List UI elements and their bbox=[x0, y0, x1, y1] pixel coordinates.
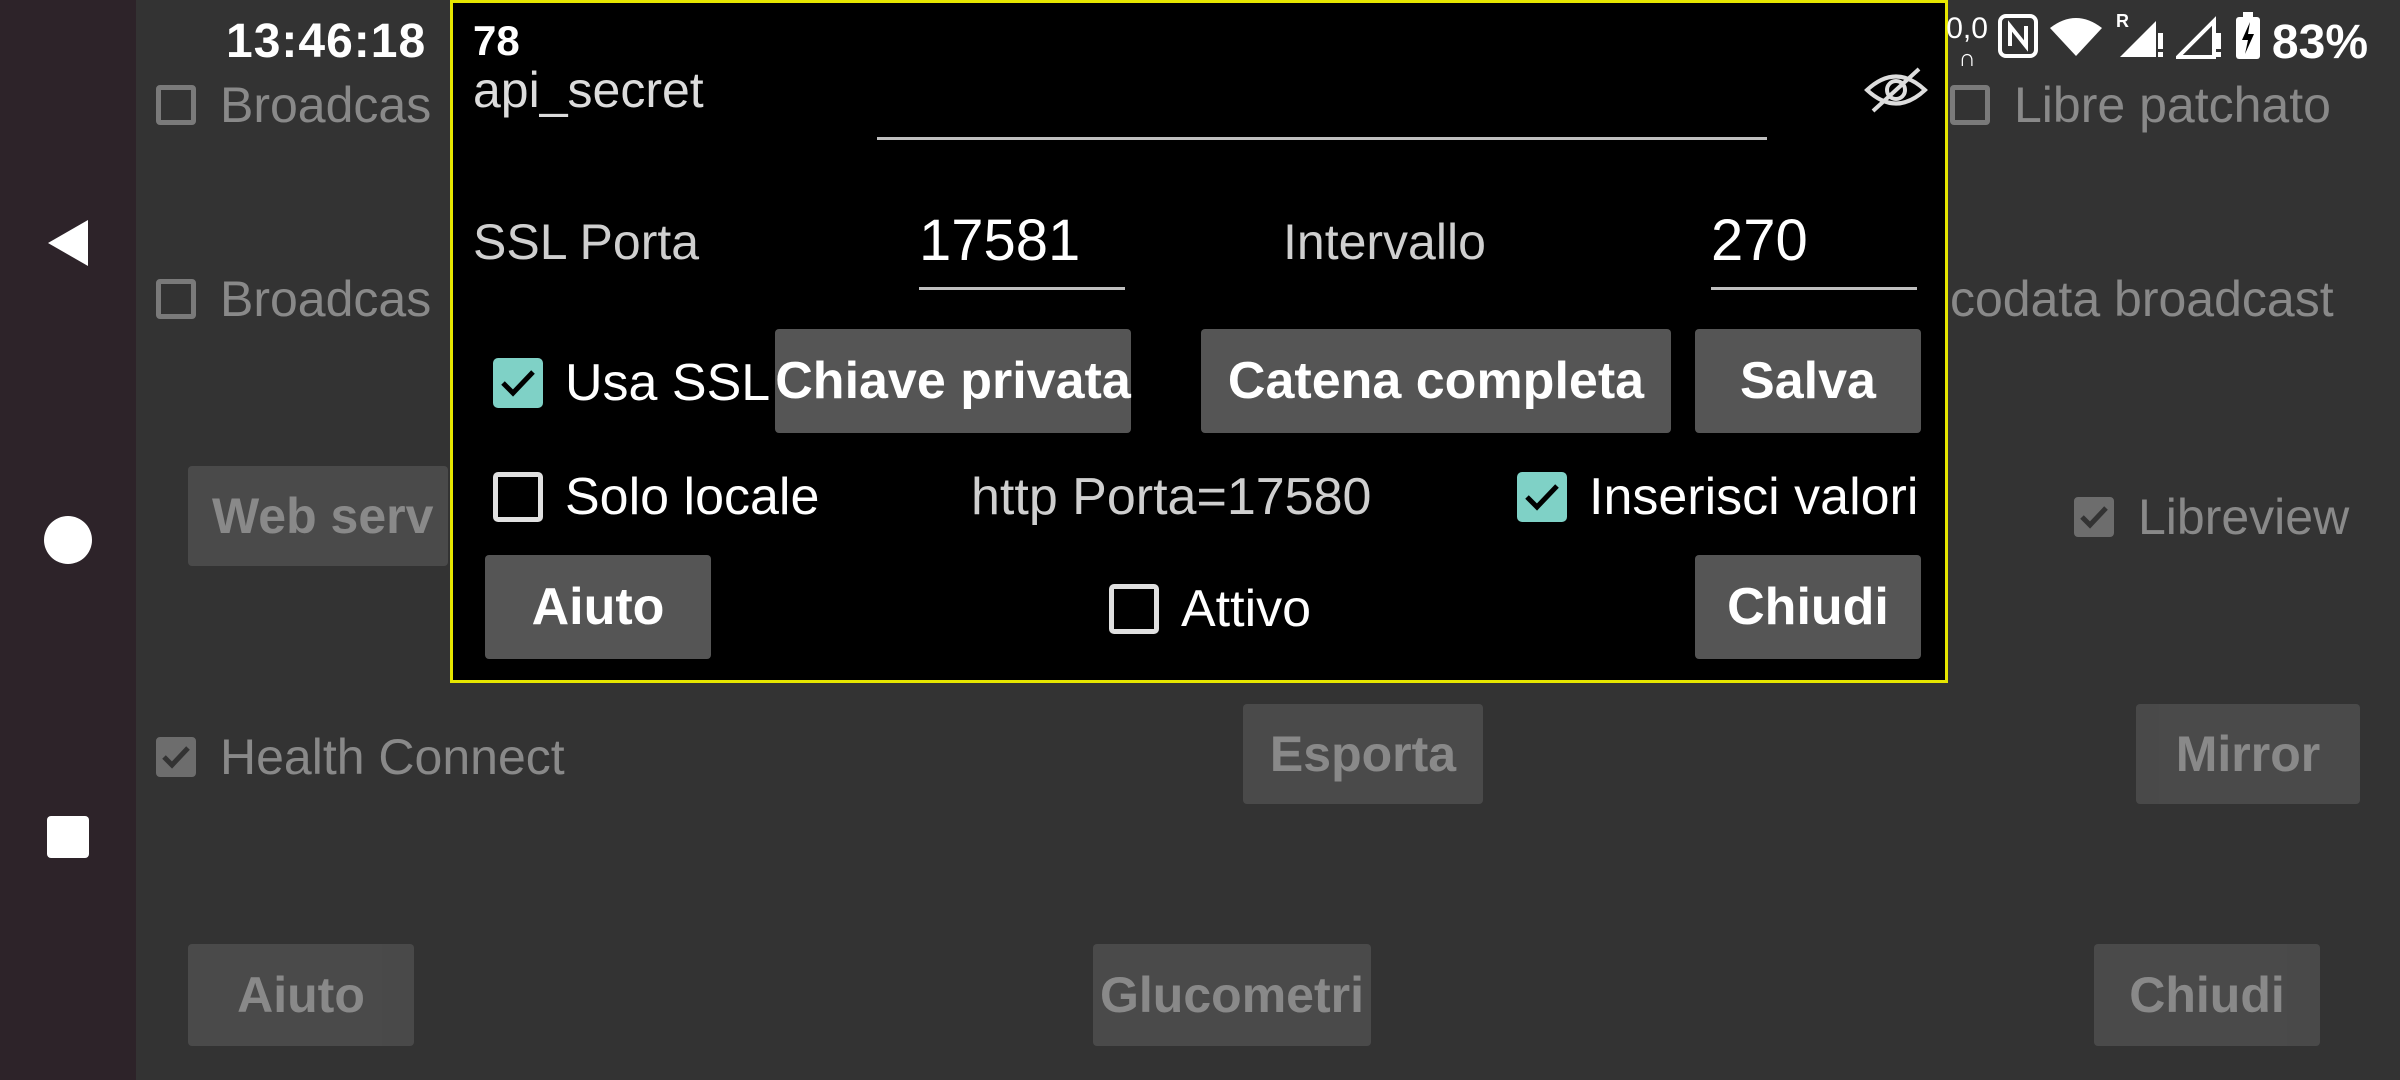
close-button[interactable]: Chiudi bbox=[1695, 555, 1921, 659]
data-rate-indicator: 0,0 ∩ bbox=[1946, 12, 1988, 73]
close-label: Chiudi bbox=[1727, 578, 1889, 636]
mirror-label: Mirror bbox=[2175, 726, 2321, 782]
checkbox-unchecked-icon bbox=[1109, 584, 1159, 634]
close-label-bg: Chiudi bbox=[2129, 967, 2285, 1023]
health-connect-label: Health Connect bbox=[220, 729, 565, 785]
local-only-label: Solo locale bbox=[565, 468, 820, 526]
wifi-icon bbox=[2048, 14, 2104, 70]
api-secret-input[interactable] bbox=[877, 137, 1767, 140]
private-key-label: Chiave privata bbox=[775, 352, 1131, 410]
glucometers-label: Glucometri bbox=[1100, 967, 1364, 1023]
insert-values-checkbox[interactable]: Inserisci valori bbox=[1517, 467, 1918, 527]
battery-percent: 83% bbox=[2271, 15, 2368, 69]
nocodata-broadcast-checkbox[interactable]: codata broadcast bbox=[1950, 270, 2334, 328]
checkbox-unchecked-icon bbox=[156, 85, 196, 125]
back-icon[interactable] bbox=[38, 213, 98, 273]
private-key-button[interactable]: Chiave privata bbox=[775, 329, 1131, 433]
interval-underline bbox=[1711, 287, 1917, 290]
broadcast-checkbox-1[interactable]: Broadcas bbox=[156, 76, 431, 134]
broadcast-label-1: Broadcas bbox=[220, 77, 432, 133]
close-button-bg[interactable]: Chiudi bbox=[2094, 944, 2320, 1046]
export-label: Esporta bbox=[1269, 726, 1457, 782]
help-button-bg[interactable]: Aiuto bbox=[188, 944, 414, 1046]
libreview-label: Libreview bbox=[2138, 489, 2350, 545]
mirror-button[interactable]: Mirror bbox=[2136, 704, 2360, 804]
active-checkbox[interactable]: Attivo bbox=[1109, 579, 1311, 639]
broadcast-checkbox-2[interactable]: Broadcas bbox=[156, 270, 431, 328]
ssl-port-underline bbox=[919, 287, 1125, 290]
libre-patched-checkbox[interactable]: Libre patchato bbox=[1950, 76, 2331, 134]
signal-roaming-icon: R bbox=[2114, 11, 2166, 73]
clock: 13:46:18 bbox=[226, 15, 427, 68]
help-button[interactable]: Aiuto bbox=[485, 555, 711, 659]
nfc-icon bbox=[1997, 14, 2038, 70]
use-ssl-label: Usa SSL bbox=[565, 354, 771, 412]
libre-patched-label: Libre patchato bbox=[2014, 77, 2331, 133]
data-rate-text: 0,0 bbox=[1946, 12, 1988, 45]
home-icon[interactable] bbox=[38, 510, 98, 570]
export-button[interactable]: Esporta bbox=[1243, 704, 1483, 804]
checkbox-checked-icon bbox=[1517, 472, 1567, 522]
checkbox-unchecked-icon bbox=[1950, 85, 1990, 125]
broadcast-label-2: Broadcas bbox=[220, 271, 432, 327]
active-label: Attivo bbox=[1181, 580, 1312, 638]
full-chain-button[interactable]: Catena completa bbox=[1201, 329, 1671, 433]
interval-label: Intervallo bbox=[1283, 214, 1486, 270]
svg-text:R: R bbox=[2116, 11, 2129, 31]
web-server-button[interactable]: Web serv bbox=[188, 466, 448, 566]
save-button[interactable]: Salva bbox=[1695, 329, 1921, 433]
navigation-bar bbox=[0, 0, 136, 1080]
full-chain-label: Catena completa bbox=[1227, 352, 1645, 410]
checkbox-checked-icon bbox=[493, 358, 543, 408]
web-server-label: Web serv bbox=[212, 488, 434, 544]
interval-input[interactable]: 270 bbox=[1711, 207, 1808, 274]
checkbox-checked-icon bbox=[2074, 497, 2114, 537]
ssl-port-label: SSL Porta bbox=[473, 214, 700, 270]
nocodata-broadcast-label: codata broadcast bbox=[1950, 271, 2334, 327]
recents-icon[interactable] bbox=[38, 807, 98, 867]
health-connect-checkbox[interactable]: Health Connect bbox=[156, 728, 565, 786]
checkbox-checked-icon bbox=[156, 737, 196, 777]
http-port-text: http Porta=17580 bbox=[971, 468, 1372, 526]
checkbox-unchecked-icon bbox=[493, 472, 543, 522]
ssl-port-input[interactable]: 17581 bbox=[919, 207, 1080, 274]
glucometers-button[interactable]: Glucometri bbox=[1093, 944, 1371, 1046]
checkbox-unchecked-icon bbox=[156, 279, 196, 319]
signal-icon bbox=[2173, 11, 2224, 73]
local-only-checkbox[interactable]: Solo locale bbox=[493, 467, 819, 527]
battery-charging-icon bbox=[2234, 12, 2262, 72]
insert-values-label: Inserisci valori bbox=[1589, 468, 1919, 526]
use-ssl-checkbox[interactable]: Usa SSL bbox=[493, 353, 770, 413]
help-label-bg: Aiuto bbox=[237, 967, 365, 1023]
save-label: Salva bbox=[1740, 352, 1876, 410]
status-bar: 13:46:18 0,0 ∩ R 83% bbox=[0, 0, 2400, 80]
status-icons: 0,0 ∩ R 83% bbox=[1946, 10, 2368, 74]
web-server-dialog: 78 api_secret SSL Porta 17581 Intervallo… bbox=[450, 0, 1948, 683]
libreview-checkbox[interactable]: Libreview bbox=[2074, 488, 2349, 546]
help-label: Aiuto bbox=[531, 578, 665, 636]
